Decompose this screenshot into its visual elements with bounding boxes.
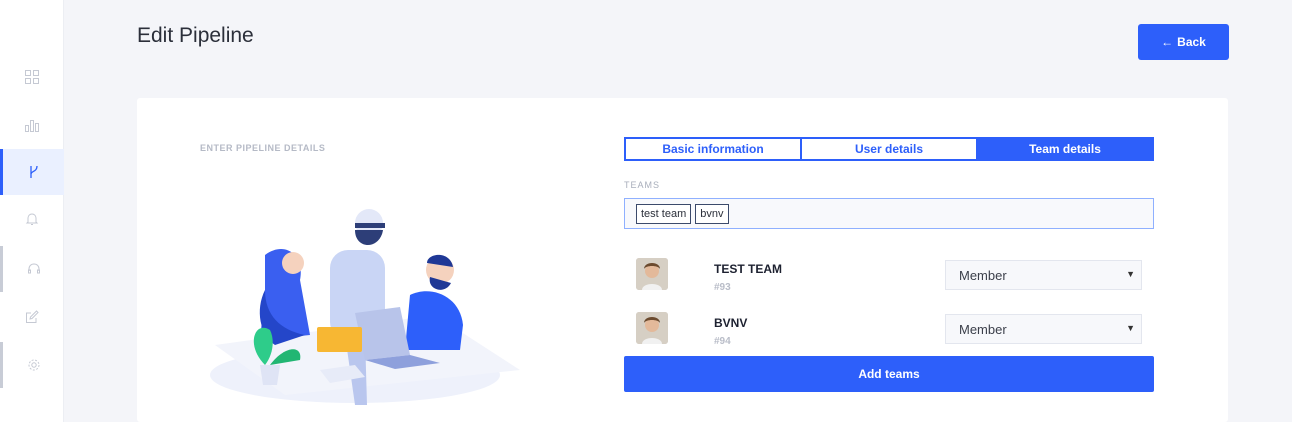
- back-button[interactable]: ← Back: [1138, 24, 1229, 60]
- sidebar-item-notifications[interactable]: [0, 196, 64, 242]
- team-chip[interactable]: bvnv: [695, 203, 729, 224]
- sidebar-item-analytics[interactable]: [0, 102, 64, 148]
- arrow-left-icon: ←: [1161, 35, 1174, 49]
- bell-icon: [25, 213, 39, 225]
- section-label: ENTER PIPELINE DETAILS: [200, 143, 326, 153]
- team-name: BVNV: [714, 316, 748, 330]
- sidebar-item-pipelines[interactable]: [0, 149, 64, 195]
- role-select[interactable]: Member ▼: [945, 260, 1142, 290]
- avatar: [636, 312, 668, 344]
- sidebar-item-edit[interactable]: [0, 294, 64, 340]
- caret-down-icon: ▼: [1126, 323, 1135, 333]
- pipeline-branch-icon: [29, 165, 38, 178]
- page-title: Edit Pipeline: [137, 24, 254, 47]
- tab-team-details[interactable]: Team details: [976, 139, 1152, 159]
- add-teams-button[interactable]: Add teams: [624, 356, 1154, 392]
- team-id: #94: [714, 336, 731, 347]
- role-select[interactable]: Member ▼: [945, 314, 1142, 344]
- sidebar-item-support[interactable]: [0, 246, 64, 292]
- caret-down-icon: ▼: [1126, 269, 1135, 279]
- role-select-value: Member: [959, 321, 1007, 337]
- sidebar-item-dashboard[interactable]: [0, 54, 64, 100]
- chart-icon: [25, 120, 39, 132]
- role-select-value: Member: [959, 267, 1007, 283]
- team-chip[interactable]: test team: [636, 203, 692, 224]
- sidebar-item-settings[interactable]: [0, 342, 64, 388]
- tab-user-details[interactable]: User details: [800, 139, 976, 159]
- detail-tabs: Basic information User details Team deta…: [624, 137, 1154, 161]
- team-row: TEST TEAM #93 Member ▼: [624, 258, 1154, 298]
- edit-icon: [26, 310, 39, 323]
- sidebar: [0, 0, 64, 422]
- avatar: [636, 258, 668, 290]
- back-button-label: Back: [1177, 35, 1206, 49]
- team-id: #93: [714, 282, 731, 293]
- team-name: TEST TEAM: [714, 262, 782, 276]
- team-row: BVNV #94 Member ▼: [624, 312, 1154, 352]
- headset-icon: [27, 263, 40, 274]
- teams-field-label: TEAMS: [624, 180, 661, 190]
- teams-input[interactable]: test team bvnv: [624, 198, 1154, 229]
- tab-basic-information[interactable]: Basic information: [626, 139, 800, 159]
- team-illustration: [210, 209, 520, 405]
- settings-icon: [28, 359, 39, 371]
- grid-icon: [25, 70, 39, 84]
